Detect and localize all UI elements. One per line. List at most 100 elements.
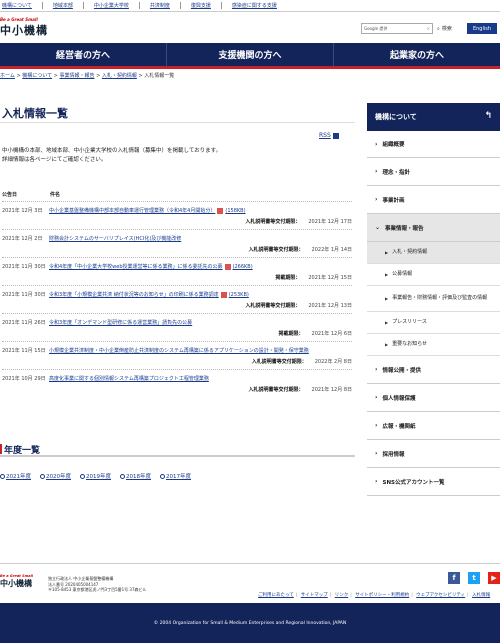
sidebar-item-disclosure[interactable]: › 情報公開・提供: [367, 356, 500, 384]
youtube-icon[interactable]: ▶: [488, 572, 500, 584]
row-title-link[interactable]: 中小企業基盤整備機構中部本部自動車運行管理業務（令和4年4月開始分）: [49, 208, 215, 214]
toplink-about[interactable]: 機構について: [2, 2, 32, 9]
row-date: 2021年 11月 30日: [2, 292, 46, 298]
row-title-link[interactable]: 令和4年度「中小企業大学校web授業運営等に係る業務」に係る委託先の公募: [49, 264, 223, 270]
footer-link-sitemap[interactable]: サイトマップ: [301, 593, 328, 598]
breadcrumb-current: 入札情報一覧: [144, 73, 175, 79]
site-logo[interactable]: Be a Great Small 中小機構: [0, 17, 48, 38]
clear-icon[interactable]: ×: [427, 26, 430, 31]
row-date: 2021年 10月 29日: [2, 376, 46, 382]
sidebar-subitem-important-notices[interactable]: ▶ 重要なお知らせ: [367, 334, 500, 356]
breadcrumb-business-info[interactable]: 事業情報・報告: [59, 73, 94, 79]
row-title-link[interactable]: 高度化事業に関する個別情報システム再構築プロジェクト工程管理業務: [49, 376, 209, 382]
sidebar-item-philosophy[interactable]: › 理念・指針: [367, 158, 500, 186]
breadcrumb-bidding[interactable]: 入札・契約情報: [102, 73, 137, 79]
toplink-recovery[interactable]: 復興支援: [191, 2, 211, 9]
pdf-icon: [217, 207, 224, 214]
sidebar-item-business-plan[interactable]: › 事業計画: [367, 186, 500, 214]
sidebar-item-business-info[interactable]: ⌄ 事業情報・報告: [367, 214, 500, 242]
nav-for-managers[interactable]: 経営者の方へ: [0, 43, 167, 66]
facebook-icon[interactable]: f: [448, 572, 460, 584]
back-arrow-icon[interactable]: ↰: [484, 111, 492, 121]
footer-link-links[interactable]: リンク: [335, 593, 349, 598]
triangle-right-icon: ▶: [385, 320, 389, 325]
table-row: 2021年 11月 30日 令和3年度「小規模企業共済 納付状況等のお知らせ」の…: [2, 285, 352, 313]
twitter-icon[interactable]: t: [468, 572, 480, 584]
year-link-2021[interactable]: 2021年度: [6, 474, 31, 480]
sidebar-subitem-label: 入札・契約情報: [392, 249, 428, 255]
english-button[interactable]: English: [467, 23, 497, 34]
global-nav: 経営者の方へ 支援機関の方へ 起業家の方へ: [0, 43, 500, 69]
row-title-link[interactable]: 令和3年度「小規模企業共済 納付状況等のお知らせ」の印刷に係る業務調達: [49, 292, 219, 298]
row-deadline-label: 掲載期限：: [278, 331, 304, 337]
sidebar: 機構について ↰ › 組織概要 › 理念・指針 › 事業計画 ⌄ 事業情報・報告 ▶ 入札…: [367, 103, 500, 496]
sidebar-item-sns[interactable]: › SNS公式アカウント一覧: [367, 468, 500, 496]
intro-text: 中小機構の本部、地域本部、中小企業大学校の入札情報（募集中）を掲載しております。…: [2, 147, 342, 165]
footer-link-bidding[interactable]: 入札情報: [472, 593, 490, 598]
year-link-2017[interactable]: 2017年度: [166, 474, 191, 480]
table-row: 2021年 10月 29日 高度化事業に関する個別情報システム再構築プロジェクト…: [2, 369, 352, 397]
chevron-right-icon: ›: [375, 196, 378, 203]
row-date: 2021年 11月 26日: [2, 320, 46, 326]
sidebar-heading[interactable]: 機構について ↰: [367, 103, 500, 131]
toplink-infection-support[interactable]: 感染症に関する支援: [232, 2, 277, 9]
sidebar-subitem-press-release[interactable]: ▶ プレスリリース: [367, 312, 500, 334]
year-link-2018[interactable]: 2018年度: [126, 474, 151, 480]
footer-link-policy[interactable]: サイトポリシー・利用規約: [355, 593, 409, 598]
row-file-size[interactable]: (158KB): [225, 208, 245, 214]
row-deadline-label: 入札説明書等交付期限：: [248, 247, 304, 253]
breadcrumb-home[interactable]: ホーム: [0, 73, 15, 79]
year-link-2019[interactable]: 2019年度: [86, 474, 111, 480]
row-deadline-label: 入札説明書等交付期限：: [248, 387, 304, 393]
toplink-regional[interactable]: 地域本部: [53, 2, 73, 9]
sidebar-item-privacy[interactable]: › 個人情報保護: [367, 384, 500, 412]
row-file-size[interactable]: (266KB): [233, 264, 253, 270]
search-button[interactable]: ⌕ 検索: [437, 25, 452, 33]
year-link-2020[interactable]: 2020年度: [46, 474, 71, 480]
row-deadline-label: 入札説明書等交付期限：: [251, 359, 307, 365]
nav-for-entrepreneurs[interactable]: 起業家の方へ: [334, 43, 500, 66]
search-icon: ⌕: [437, 25, 440, 32]
toplink-university[interactable]: 中小企業大学校: [94, 2, 129, 9]
nav-for-support-orgs[interactable]: 支援機関の方へ: [167, 43, 334, 66]
chevron-right-icon: ›: [375, 366, 378, 373]
footer-logo[interactable]: Be a Great Small 中小機構: [0, 574, 33, 589]
sidebar-item-recruit[interactable]: › 採用情報: [367, 440, 500, 468]
chevron-right-icon: ›: [375, 394, 378, 401]
rss-link[interactable]: RSS: [319, 132, 339, 139]
row-title-link[interactable]: 小規模企業共済制度・中小企業倒産防止共済制度のシステム再構築に係るアプリケーショ…: [49, 348, 309, 354]
sidebar-subitem-reports[interactable]: ▶ 事業報告・財務情報・評価及び監査の情報: [367, 286, 500, 312]
footer-link-usage[interactable]: ご利用にあたって: [258, 593, 294, 598]
social-links: f t ▶: [448, 572, 500, 584]
row-deadline-date: 2021年 12月 8日: [311, 387, 352, 393]
search-button-label: 検索: [441, 26, 452, 32]
divider: [179, 2, 181, 9]
divider: [220, 2, 222, 9]
breadcrumb-about[interactable]: 機構について: [22, 73, 52, 79]
sidebar-subitem-label: プレスリリース: [392, 319, 427, 325]
row-date: 2021年 11月 30日: [2, 264, 46, 270]
table-row: 2021年 11月 26日 令和3年度「オンデマンド型研修に係る運営業務」請負先…: [2, 313, 352, 341]
sidebar-subitem-label: 重要なお知らせ: [392, 341, 427, 347]
row-deadline-label: 入札説明書等交付期限：: [245, 219, 301, 225]
breadcrumb: ホーム > 機構について > 事業情報・報告 > 入札・契約情報 > 入札情報一…: [0, 73, 175, 79]
footer-link-accessibility[interactable]: ウェブアクセシビリティ: [416, 593, 465, 598]
row-title-link[interactable]: 令和3年度「オンデマンド型研修に係る運営業務」請負先の公募: [49, 320, 192, 326]
row-deadline-date: 2021年 12月 6日: [311, 331, 352, 337]
year-list-heading: 年度一覧: [0, 443, 355, 457]
sidebar-subitem-public-offering[interactable]: ▶ 公募情報: [367, 264, 500, 286]
sidebar-item-pr[interactable]: › 広報・機関紙: [367, 412, 500, 440]
sidebar-item-label: SNS公式アカウント一覧: [382, 479, 445, 486]
table-row: 2021年 12月 3日 中小企業基盤整備機構中部本部自動車運行管理業務（令和4…: [2, 201, 352, 229]
chevron-right-icon: ›: [375, 168, 378, 175]
arrow-circle-icon: [80, 474, 85, 479]
row-title-link[interactable]: 財務会計システムのサーバリプレイス(HCI化)及び機能改修: [49, 236, 181, 242]
chevron-right-icon: ›: [375, 450, 378, 457]
search-input[interactable]: Google 提供 ×: [361, 23, 433, 34]
triangle-right-icon: ▶: [385, 272, 389, 277]
sidebar-subitem-bidding[interactable]: ▶ 入札・契約情報: [367, 242, 500, 264]
row-file-size[interactable]: (253KB): [229, 292, 249, 298]
toplink-mutual-aid[interactable]: 共済制度: [150, 2, 170, 9]
sidebar-item-organization[interactable]: › 組織概要: [367, 131, 500, 158]
pdf-icon: [224, 263, 231, 270]
